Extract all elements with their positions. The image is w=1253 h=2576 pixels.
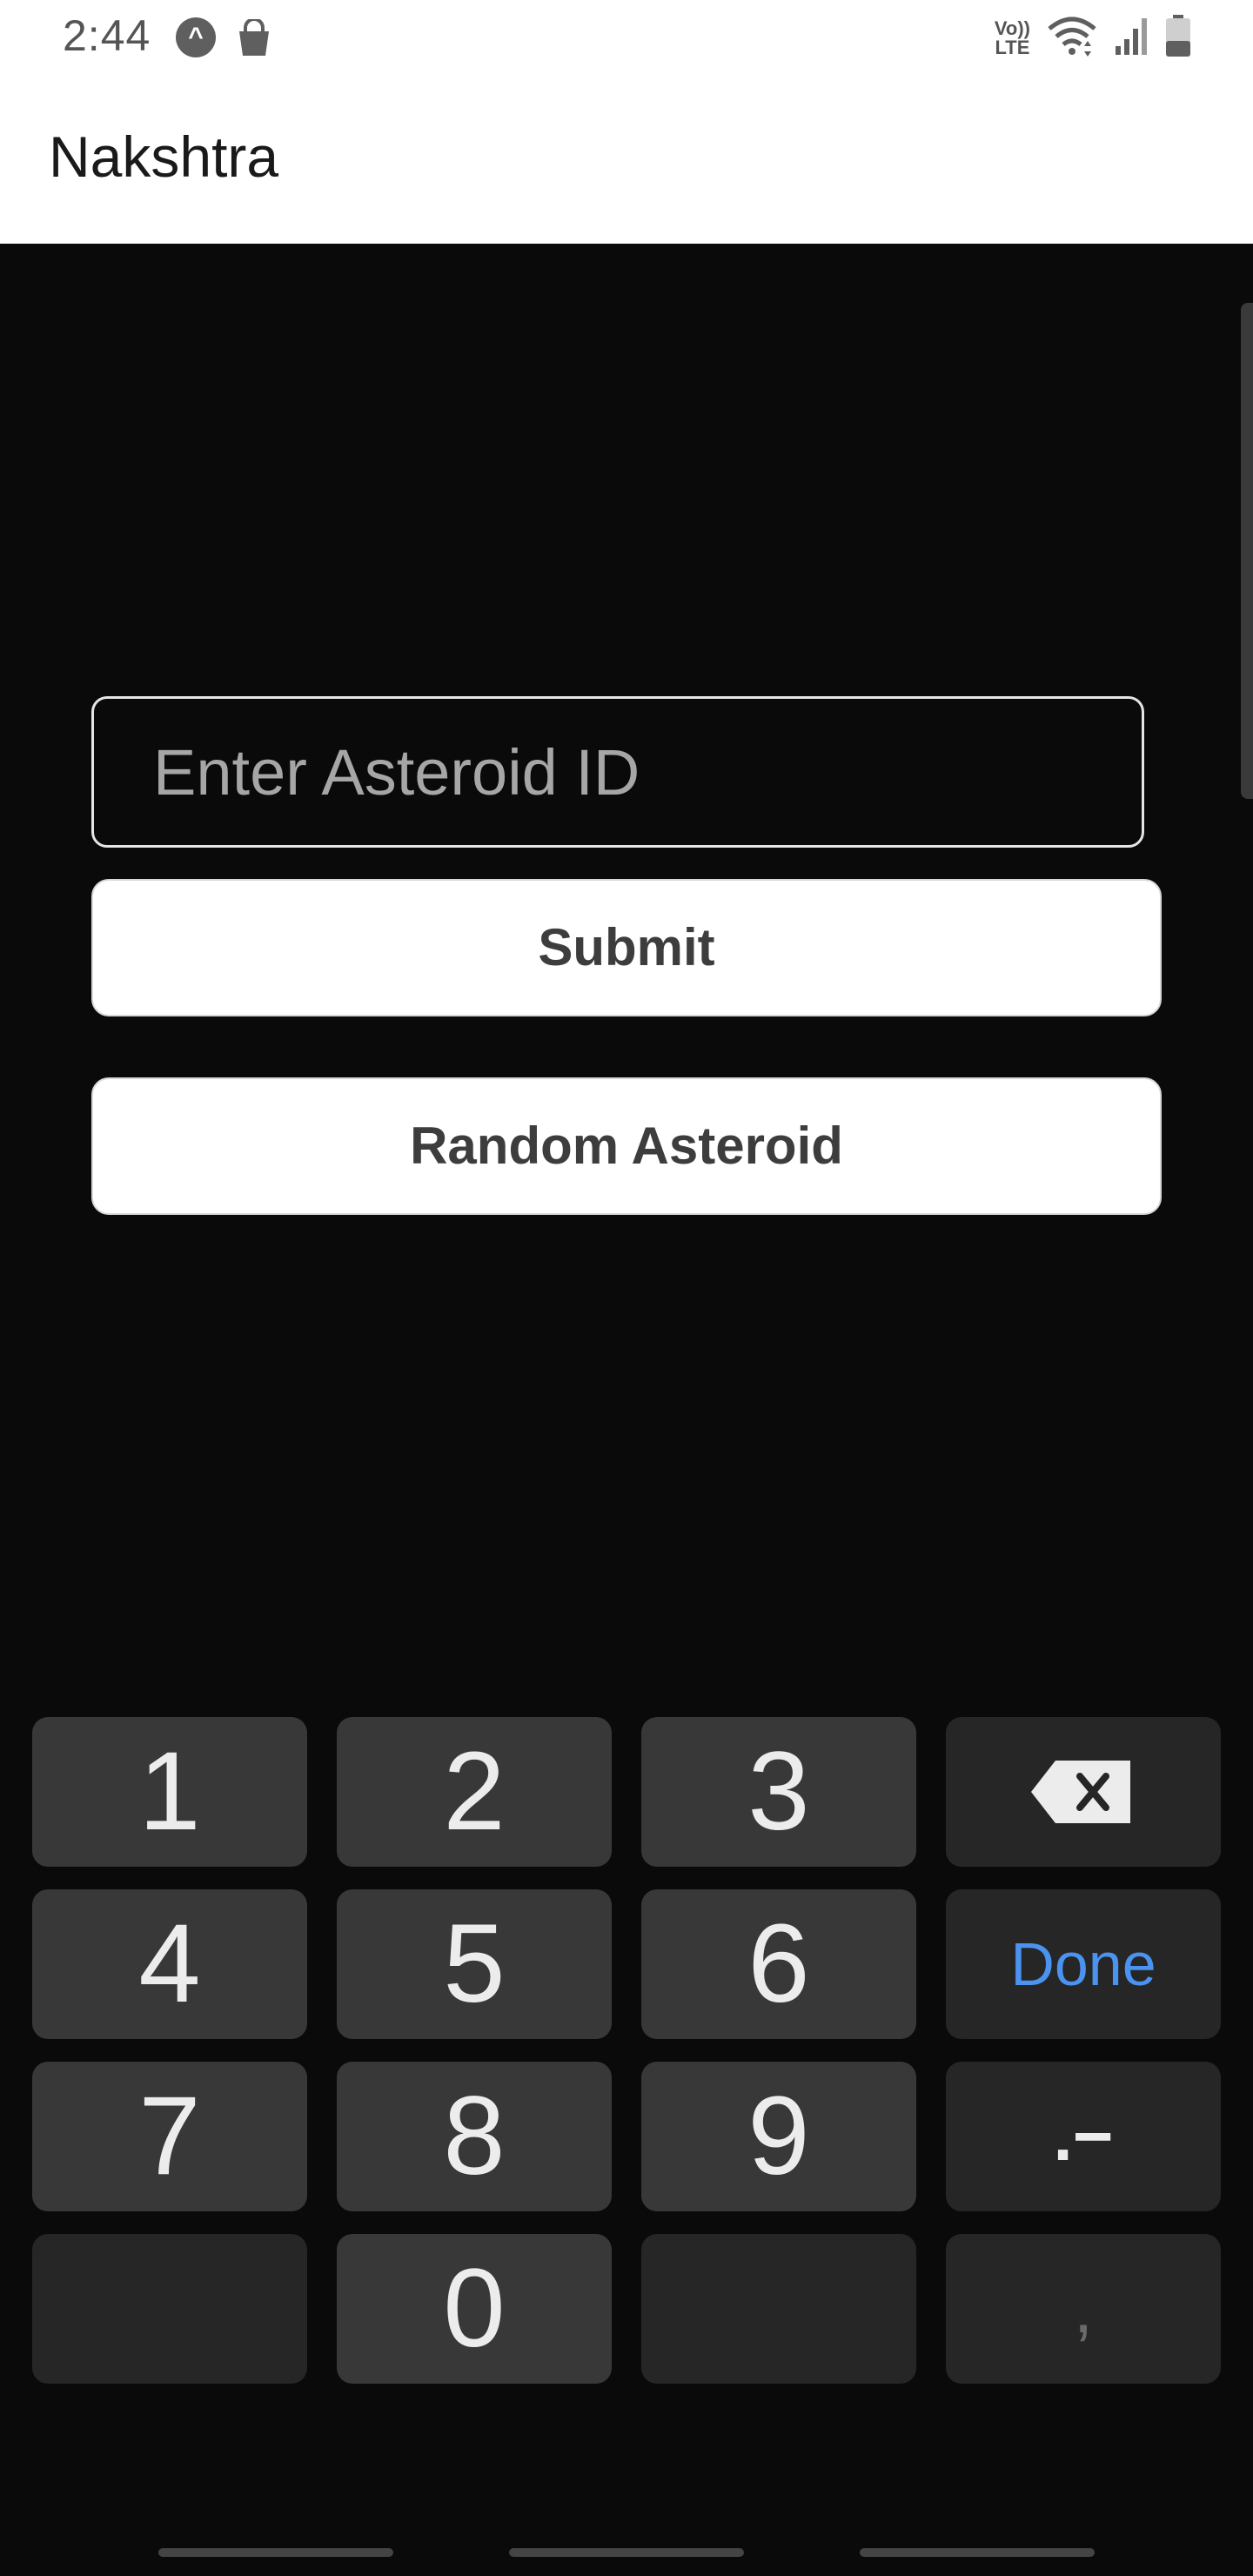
random-asteroid-button[interactable]: Random Asteroid — [91, 1077, 1162, 1215]
battery-icon — [1164, 14, 1192, 63]
signal-icon — [1114, 17, 1149, 61]
nav-handle-left[interactable] — [158, 2548, 393, 2557]
key-9[interactable]: 9 — [641, 2062, 916, 2211]
key-7[interactable]: 7 — [32, 2062, 307, 2211]
nav-handle-center[interactable] — [509, 2548, 744, 2557]
app-bar: Nakshtra — [0, 78, 1253, 244]
key-2[interactable]: 2 — [337, 1717, 612, 1867]
key-0[interactable]: 0 — [337, 2234, 612, 2384]
shopping-bag-icon — [235, 17, 273, 57]
status-bar: 2:44 ^ Vo)) LTE — [0, 0, 1253, 78]
key-backspace[interactable] — [946, 1717, 1221, 1867]
nav-handle-right[interactable] — [860, 2548, 1095, 2557]
app-title: Nakshtra — [49, 124, 279, 189]
volte-icon: Vo)) LTE — [994, 17, 1030, 58]
wifi-icon — [1046, 15, 1098, 63]
key-6[interactable]: 6 — [641, 1889, 916, 2039]
key-5[interactable]: 5 — [337, 1889, 612, 2039]
app-screen: 2:44 ^ Vo)) LTE Nakshtra Enter Asteroid … — [0, 0, 1253, 2576]
key-done[interactable]: Done — [946, 1889, 1221, 2039]
backspace-icon — [1031, 1761, 1130, 1823]
submit-button[interactable]: Submit — [91, 879, 1162, 1016]
key-1[interactable]: 1 — [32, 1717, 307, 1867]
numeric-keyboard: 1 2 3 4 5 6 Done 7 8 9 .− 0 , — [0, 1688, 1253, 2576]
key-dot-dash[interactable]: .− — [946, 2062, 1221, 2211]
key-comma[interactable]: , — [946, 2234, 1221, 2384]
key-3[interactable]: 3 — [641, 1717, 916, 1867]
key-blank-left[interactable] — [32, 2234, 307, 2384]
asteroid-id-input[interactable] — [91, 696, 1144, 848]
key-8[interactable]: 8 — [337, 2062, 612, 2211]
key-blank-right[interactable] — [641, 2234, 916, 2384]
key-4[interactable]: 4 — [32, 1889, 307, 2039]
status-time: 2:44 — [63, 11, 151, 60]
notification-app-icon: ^ — [176, 17, 216, 57]
status-right-icons: Vo)) LTE — [995, 14, 1192, 63]
scrollbar-thumb[interactable] — [1241, 303, 1253, 799]
